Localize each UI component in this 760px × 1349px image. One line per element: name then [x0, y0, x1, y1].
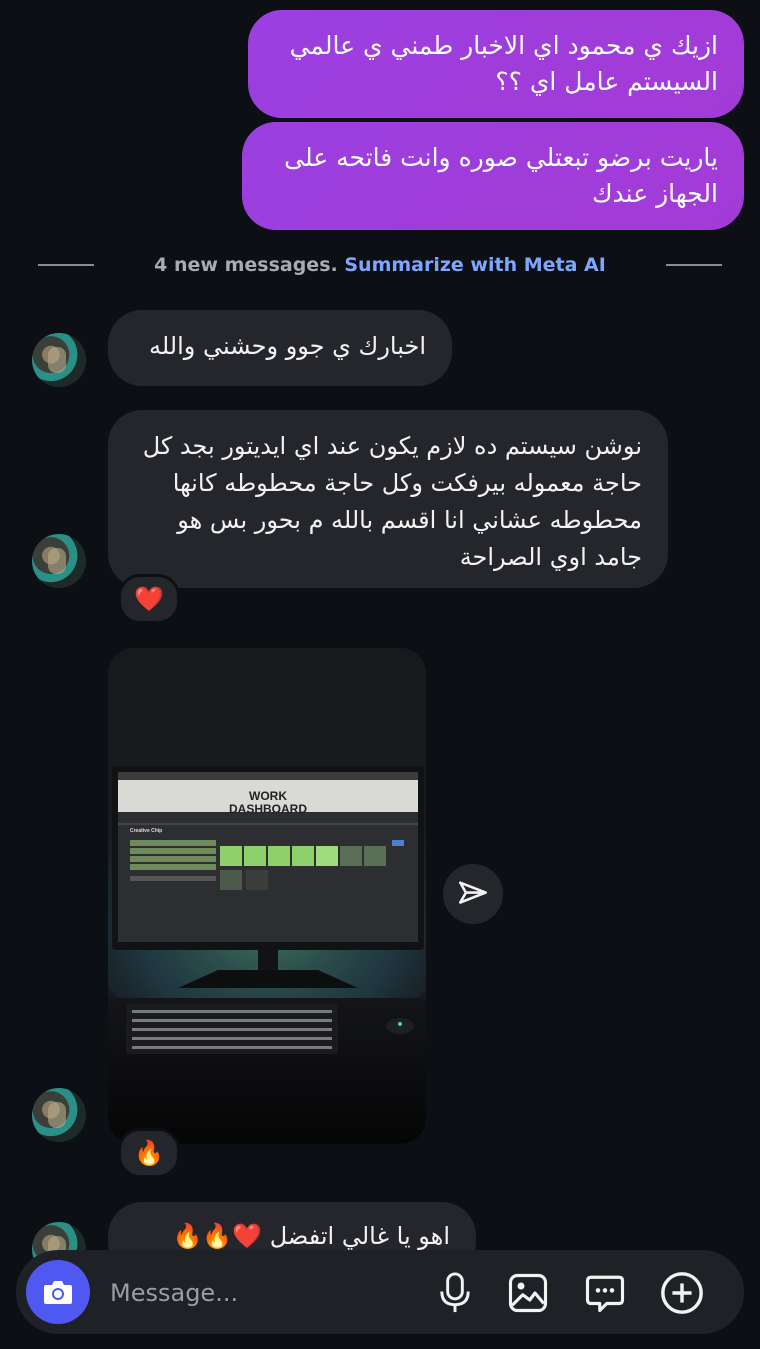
avatar[interactable] — [32, 333, 86, 387]
new-messages-divider: 4 new messages. Summarize with Meta AI — [0, 252, 760, 278]
image-icon — [508, 1273, 548, 1313]
outgoing-message[interactable]: ازيك ي محمود اي الاخبار طمني ي عالمي الس… — [248, 10, 744, 118]
new-messages-count: 4 new messages. — [154, 254, 338, 276]
incoming-message[interactable]: اخبارك ي جوو وحشني والله — [108, 310, 452, 386]
shared-photo[interactable]: WORK DASHBOARD Creative Chip — [108, 648, 426, 1144]
divider-label: 4 new messages. Summarize with Meta AI — [154, 254, 606, 276]
reaction-heart[interactable]: ❤️ — [118, 574, 180, 624]
camera-button[interactable] — [26, 1260, 90, 1324]
sticker-button[interactable] — [582, 1270, 628, 1316]
microphone-icon — [440, 1272, 470, 1313]
reaction-fire[interactable]: 🔥 — [118, 1128, 180, 1178]
chat-bubble-icon — [585, 1275, 625, 1313]
desk-setup-image — [108, 648, 426, 1144]
summarize-with-meta-ai-link[interactable]: Summarize with Meta AI — [344, 254, 605, 276]
share-button[interactable] — [443, 864, 503, 924]
outgoing-message[interactable]: ياريت برضو تبعتلي صوره وانت فاتحه على ال… — [242, 122, 744, 230]
send-icon — [458, 881, 488, 904]
avatar[interactable] — [32, 534, 86, 588]
add-button[interactable] — [659, 1270, 705, 1316]
gallery-button[interactable] — [505, 1270, 551, 1316]
divider-line — [38, 264, 94, 266]
screen-heading: Creative Chip — [130, 828, 163, 834]
screen-title-line: DASHBOARD — [229, 802, 307, 816]
message-composer — [16, 1250, 744, 1334]
divider-line — [666, 264, 722, 266]
incoming-message[interactable]: نوشن سيستم ده لازم يكون عند اي ايديتور ب… — [108, 410, 668, 588]
camera-icon — [44, 1281, 72, 1304]
microphone-button[interactable] — [432, 1270, 478, 1316]
message-input[interactable] — [108, 1272, 412, 1314]
screen-title: WORK DASHBOARD — [226, 790, 310, 816]
plus-circle-icon — [661, 1272, 703, 1314]
avatar[interactable] — [32, 1088, 86, 1142]
